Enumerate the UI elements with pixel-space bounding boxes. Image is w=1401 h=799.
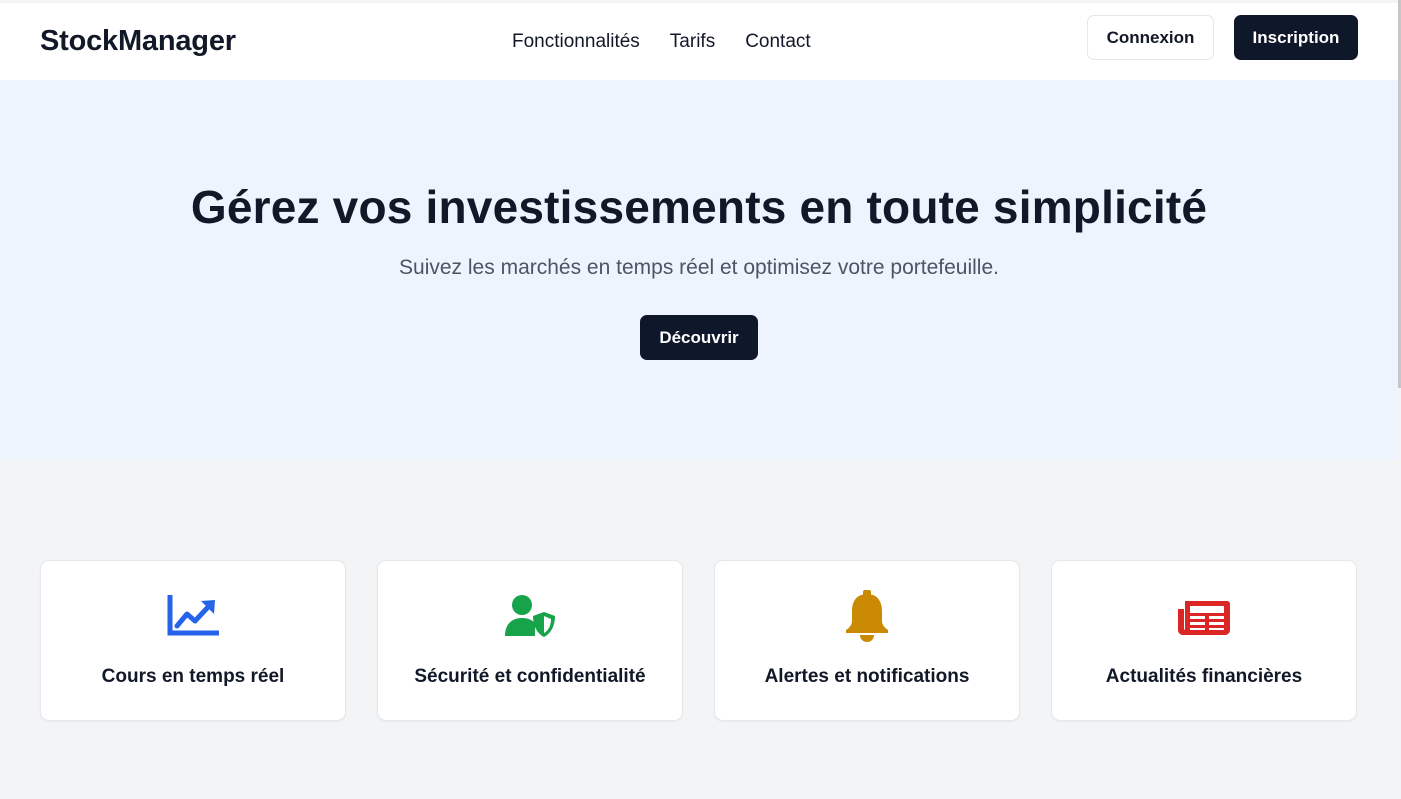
hero-title: Gérez vos investissements en toute simpl… xyxy=(190,181,1208,233)
bell-icon xyxy=(715,589,1019,643)
brand-logo[interactable]: StockManager xyxy=(40,25,340,58)
feature-label: Cours en temps réel xyxy=(101,666,285,687)
hero-section: Gérez vos investissements en toute simpl… xyxy=(0,80,1398,460)
main-nav: Fonctionnalités Tarifs Contact xyxy=(512,3,811,80)
feature-label: Actualités financières xyxy=(1105,666,1303,687)
feature-label: Sécurité et confidentialité xyxy=(414,666,646,687)
chart-line-icon xyxy=(41,589,345,643)
nav-link-contact[interactable]: Contact xyxy=(745,31,810,53)
user-shield-icon xyxy=(378,589,682,643)
feature-card-alerts: Alertes et notifications xyxy=(714,560,1020,721)
hero-subtitle: Suivez les marchés en temps réel et opti… xyxy=(399,256,999,279)
discover-button[interactable]: Découvrir xyxy=(640,315,758,360)
feature-card-security: Sécurité et confidentialité xyxy=(377,560,683,721)
nav-link-features[interactable]: Fonctionnalités xyxy=(512,31,640,53)
newspaper-icon xyxy=(1052,589,1356,643)
feature-card-realtime: Cours en temps réel xyxy=(40,560,346,721)
nav-link-pricing[interactable]: Tarifs xyxy=(670,31,715,53)
auth-buttons: Connexion Inscription xyxy=(1087,15,1358,60)
feature-card-news: Actualités financières xyxy=(1051,560,1357,721)
site-header: StockManager Fonctionnalités Tarifs Cont… xyxy=(0,3,1398,80)
feature-label: Alertes et notifications xyxy=(764,666,970,687)
features-section: Cours en temps réel Sécurité et confiden… xyxy=(40,560,1358,722)
login-button[interactable]: Connexion xyxy=(1087,15,1214,60)
signup-button[interactable]: Inscription xyxy=(1234,15,1358,60)
